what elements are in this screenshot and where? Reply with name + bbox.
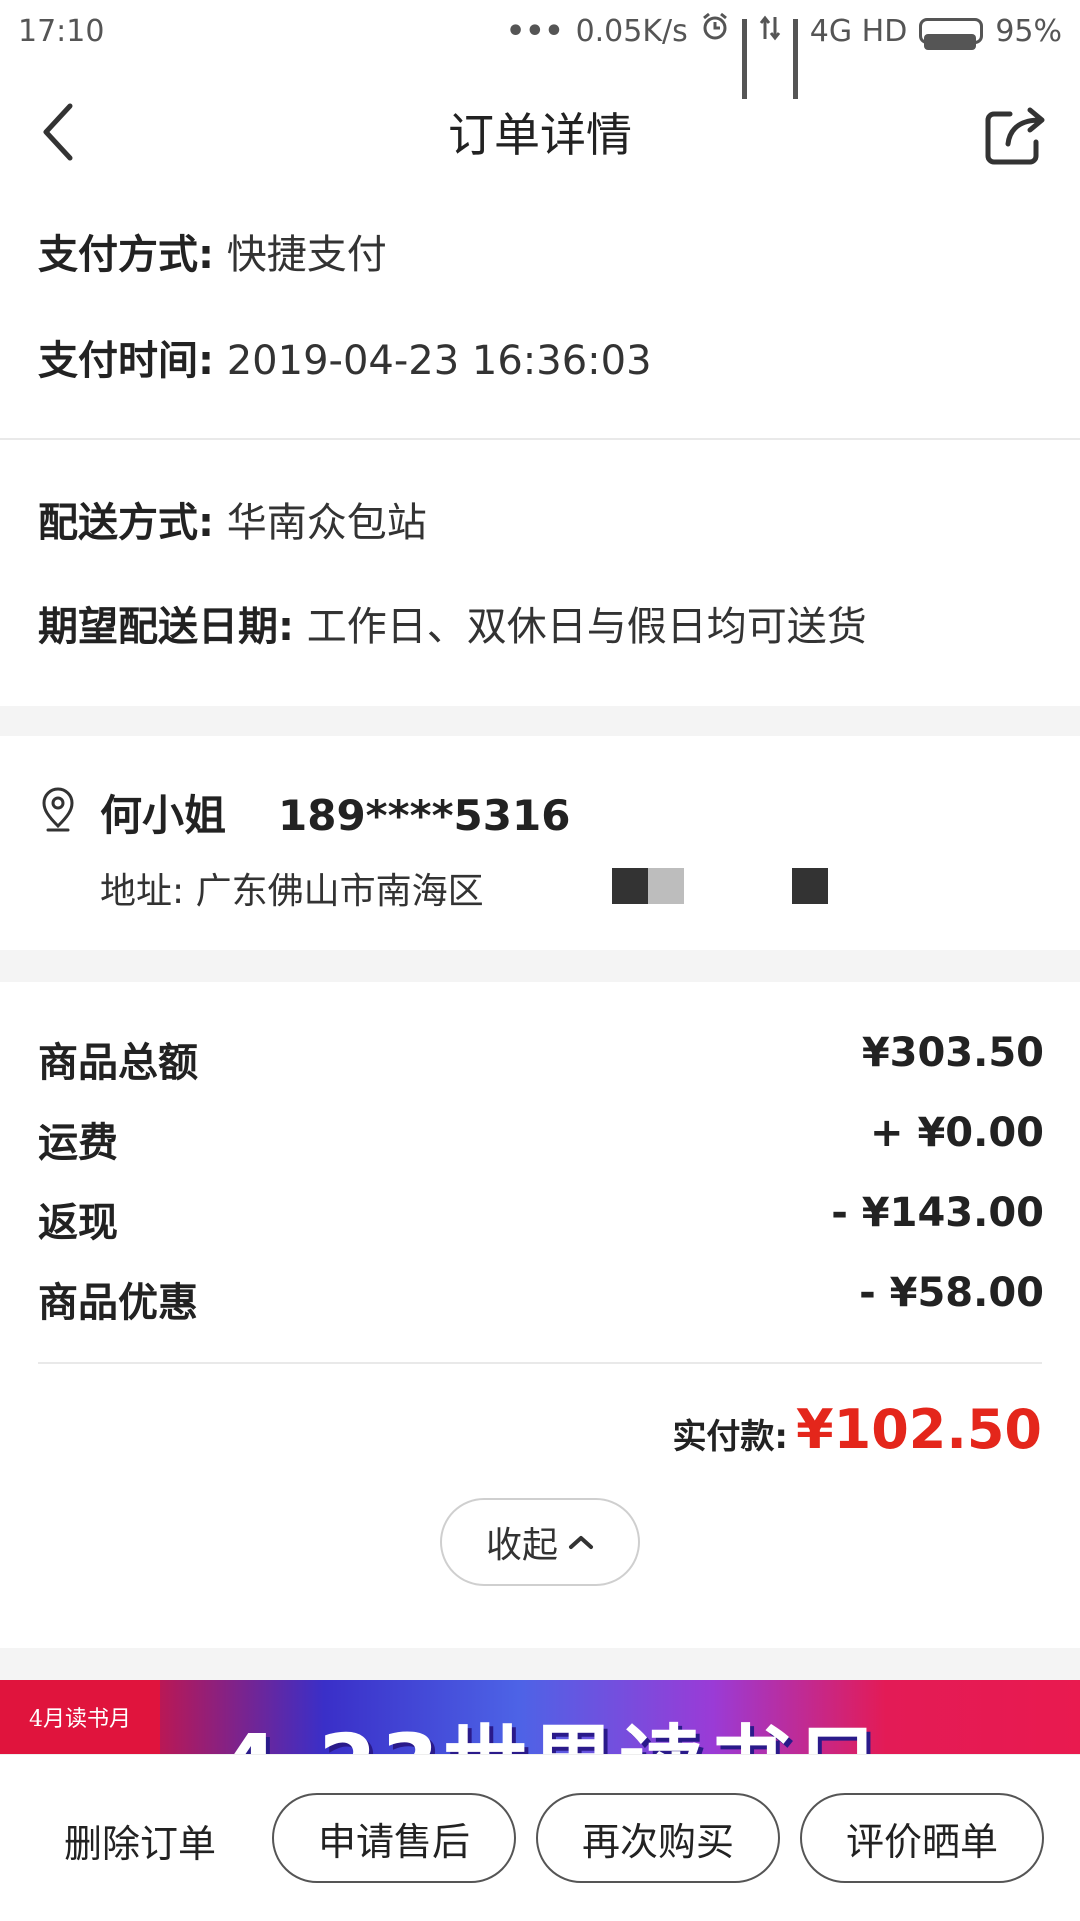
payment-time-row: 支付时间: 2019-04-23 16:36:03: [38, 328, 652, 386]
share-button[interactable]: [980, 100, 1050, 170]
network-speed: 0.05K/s: [575, 13, 688, 49]
section-gap: [0, 1648, 1080, 1680]
review-button[interactable]: 评价晒单: [800, 1793, 1044, 1883]
delete-order-button[interactable]: 删除订单: [64, 1813, 216, 1868]
divider: [0, 438, 1080, 440]
price-row-cashback: 返现 - ¥143.00: [38, 1190, 1044, 1248]
payment-time-value: 2019-04-23 16:36:03: [226, 338, 652, 384]
price-label: 商品总额: [38, 1040, 198, 1086]
price-value: - ¥58.00: [859, 1270, 1044, 1316]
redaction-block: [648, 868, 684, 904]
delivery-date-label: 期望配送日期:: [38, 604, 294, 650]
delivery-method-row: 配送方式: 华南众包站: [38, 490, 427, 548]
battery-fill: [924, 34, 976, 50]
payment-time-label: 支付时间:: [38, 338, 214, 384]
banner-tag: 4月读书月: [0, 1680, 160, 1754]
delivery-method-label: 配送方式:: [38, 500, 214, 546]
delivery-date-row: 期望配送日期: 工作日、双休日与假日均可送货: [38, 594, 867, 652]
signal-icon: [741, 19, 747, 99]
section-gap: [0, 950, 1080, 982]
recipient-phone: 189****5316: [278, 791, 571, 840]
nav-bar: 订单详情: [0, 62, 1080, 202]
divider: [38, 1362, 1042, 1364]
price-label: 运费: [38, 1120, 118, 1166]
address-text: 地址: 广东佛山市南海区: [100, 871, 484, 912]
status-indicators: ••• 0.05K/s 4G HD 95%: [506, 12, 1062, 99]
battery-percent: 95%: [995, 13, 1062, 49]
alarm-icon: [700, 12, 730, 50]
chevron-left-icon: [43, 103, 73, 161]
status-dots: •••: [506, 13, 564, 49]
payment-method-label: 支付方式:: [38, 232, 214, 278]
recipient-name: 何小姐: [100, 791, 227, 840]
page-title: 订单详情: [448, 108, 632, 162]
total-value: ¥102.50: [796, 1398, 1042, 1461]
share-icon: [985, 107, 1045, 165]
payment-method-value: 快捷支付: [226, 232, 387, 278]
payment-method-row: 支付方式: 快捷支付: [38, 222, 387, 280]
price-label: 商品优惠: [38, 1280, 198, 1326]
back-button[interactable]: [36, 100, 86, 164]
redaction-block: [612, 868, 648, 904]
banner-headline: 4.23世界读书日: [220, 1698, 883, 1754]
price-value: ¥303.50: [861, 1030, 1044, 1076]
chevron-up-icon: [569, 1536, 593, 1549]
after-sale-button[interactable]: 申请售后: [272, 1793, 516, 1883]
signal-icon-2: [792, 19, 798, 99]
collapse-button[interactable]: 收起: [440, 1498, 640, 1586]
price-row-subtotal: 商品总额 ¥303.50: [38, 1030, 1044, 1088]
price-value: + ¥0.00: [870, 1110, 1044, 1156]
total-label: 实付款:: [672, 1417, 789, 1457]
recipient-info: 何小姐 189****5316: [100, 782, 570, 843]
promo-banner[interactable]: 4月读书月 4.23世界读书日: [0, 1680, 1080, 1754]
redaction-block: [792, 868, 828, 904]
data-transfer-icon: [759, 14, 781, 49]
status-bar: 17:10 ••• 0.05K/s 4G HD 95%: [0, 0, 1080, 99]
price-value: - ¥143.00: [831, 1190, 1044, 1236]
price-row-discount: 商品优惠 - ¥58.00: [38, 1270, 1044, 1328]
bottom-action-bar: 删除订单 申请售后 再次购买 评价晒单: [0, 1754, 1080, 1921]
price-label: 返现: [38, 1200, 118, 1246]
collapse-label: 收起: [485, 1525, 558, 1566]
delivery-date-value: 工作日、双休日与假日均可送货: [306, 604, 867, 650]
price-row-shipping: 运费 + ¥0.00: [38, 1110, 1044, 1168]
rebuy-button[interactable]: 再次购买: [536, 1793, 780, 1883]
status-time: 17:10: [18, 13, 105, 49]
total-paid: 实付款: ¥102.50: [672, 1398, 1042, 1461]
section-gap: [0, 706, 1080, 736]
delivery-method-value: 华南众包站: [226, 500, 427, 546]
location-pin-icon: [42, 787, 74, 832]
battery-icon: [919, 18, 984, 50]
network-type: 4G HD: [809, 13, 908, 49]
